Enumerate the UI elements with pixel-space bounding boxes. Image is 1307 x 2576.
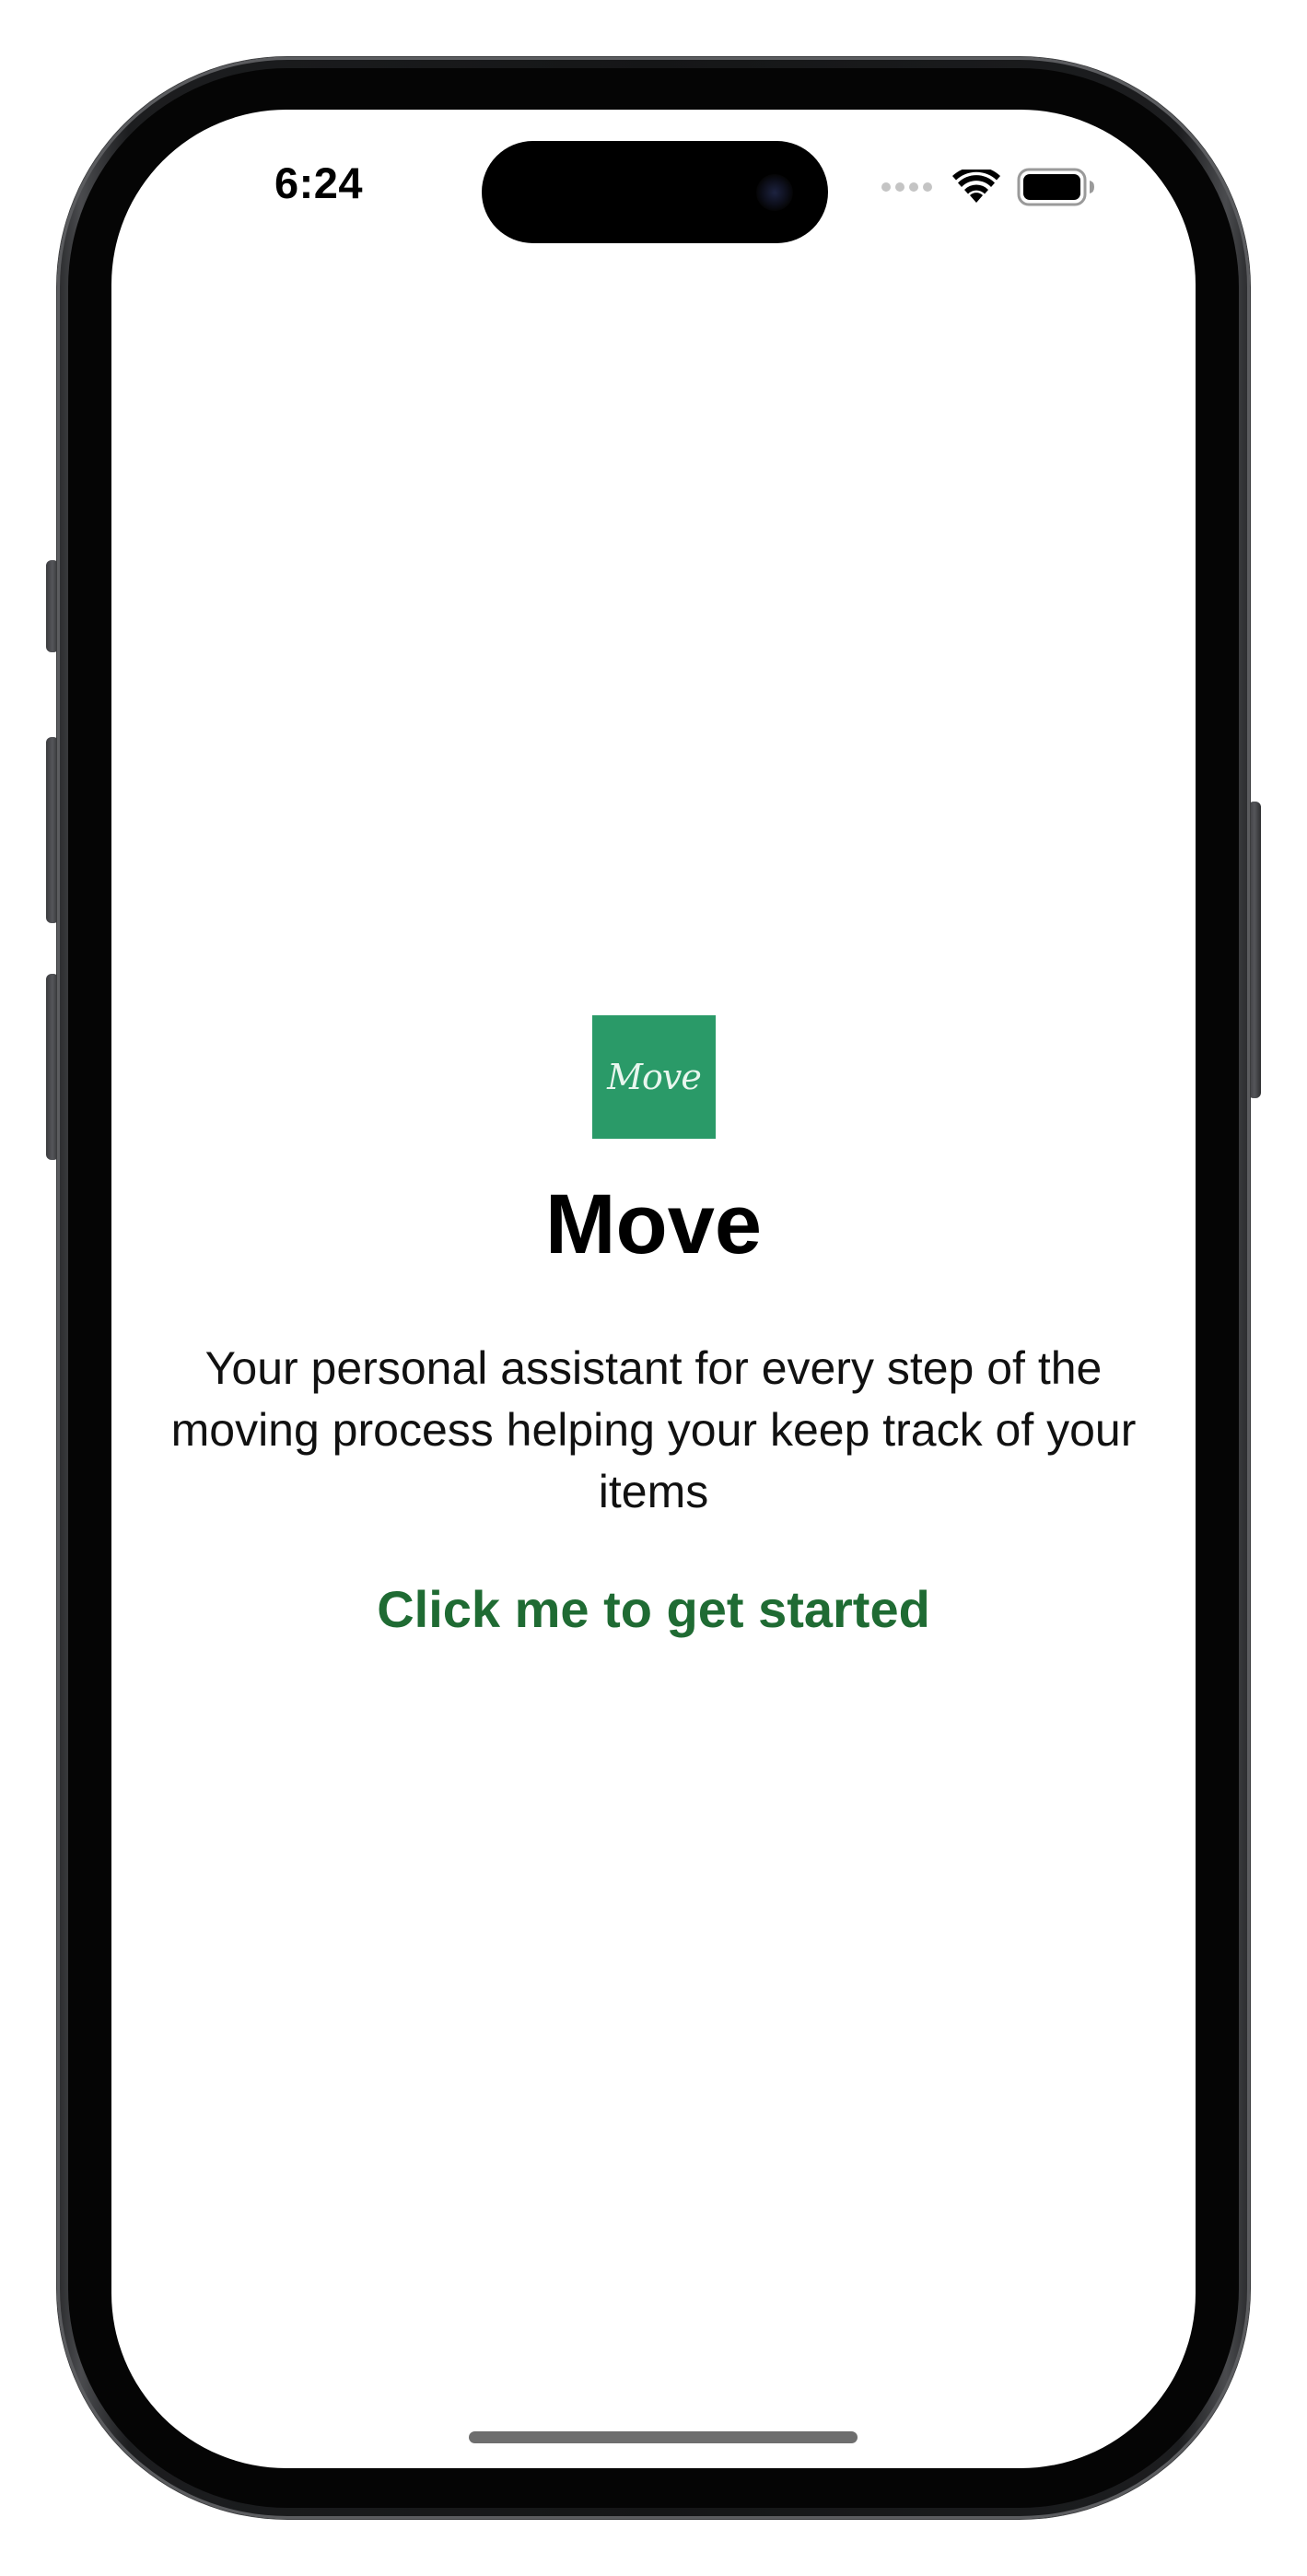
logo-wordmark: Move xyxy=(607,1057,702,1097)
signal-dots-icon xyxy=(881,182,932,192)
front-camera-icon xyxy=(756,174,793,211)
device-mockup: 6:24 Move Move Your personal assistant f… xyxy=(0,0,1307,2576)
home-indicator[interactable] xyxy=(469,2431,858,2443)
app-title: Move xyxy=(544,1177,763,1271)
welcome-screen: 6:24 Move Move Your personal assistant f… xyxy=(111,110,1196,2468)
app-logo: Move xyxy=(592,1015,716,1139)
wifi-icon xyxy=(952,170,1000,205)
status-indicators xyxy=(881,167,1096,207)
dynamic-island xyxy=(482,141,828,243)
get-started-button[interactable]: Click me to get started xyxy=(111,1577,1196,1642)
status-time: 6:24 xyxy=(274,158,364,207)
battery-icon xyxy=(1017,168,1096,206)
screen: 6:24 Move Move Your personal assistant f… xyxy=(111,110,1196,2468)
app-description: Your personal assistant for every step o… xyxy=(170,1342,1137,1517)
power-button xyxy=(1248,802,1261,1098)
